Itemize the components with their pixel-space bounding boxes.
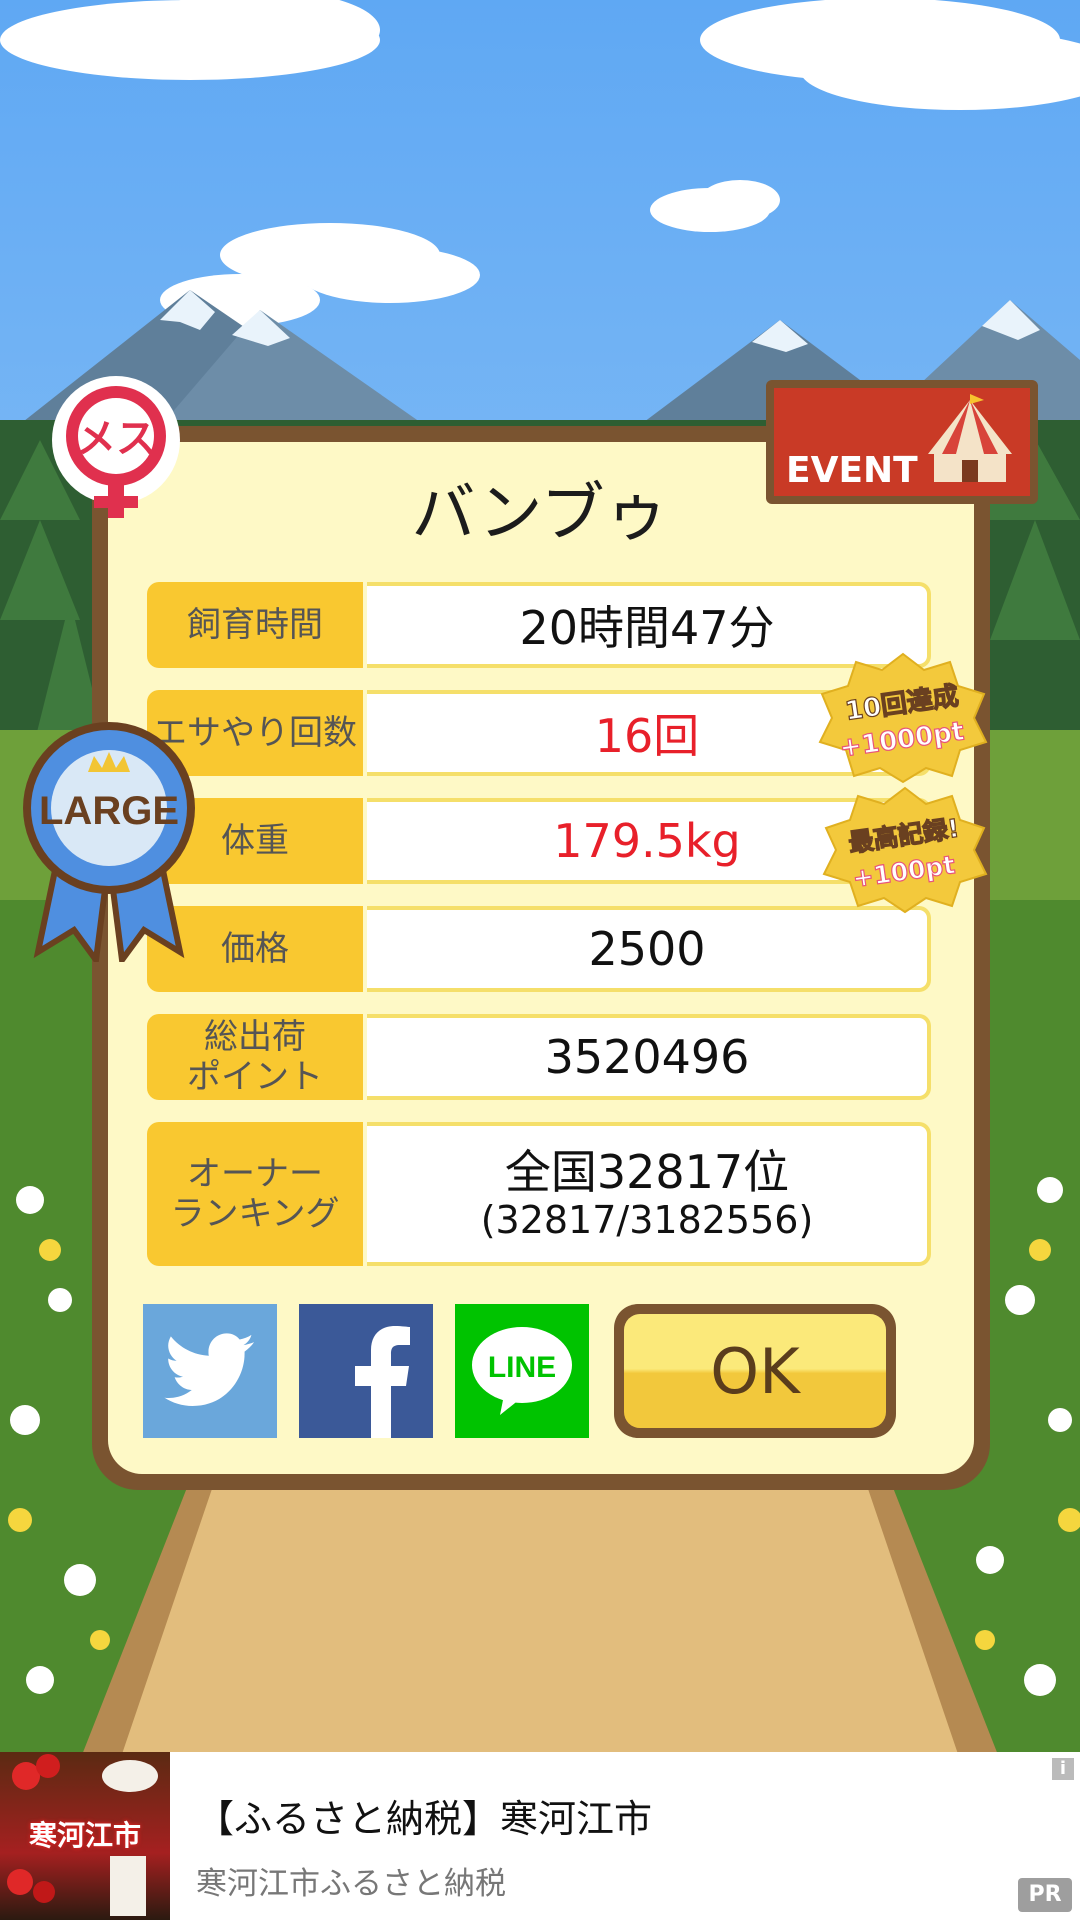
gender-label: メス xyxy=(76,416,156,462)
bonus-badge-weight: 最高記録! +100pt xyxy=(822,786,988,914)
twitter-bird-icon xyxy=(164,1333,255,1406)
line-icon: LINE xyxy=(472,1327,572,1415)
ad-thumb-text: 寒河江市 xyxy=(28,1819,141,1852)
stat-row-feed-count: エサやり回数 16回 xyxy=(147,690,931,776)
stat-row-shipping-points: 総出荷 ポイント 3520496 xyxy=(147,1014,931,1100)
stat-row-weight: 体重 179.5kg xyxy=(147,798,931,884)
event-label: EVENT xyxy=(786,450,918,491)
ad-banner[interactable]: 寒河江市 【ふるさと納税】寒河江市 寒河江市ふるさと納税 i PR xyxy=(0,1752,1080,1920)
ranking-fraction: (32817/3182556) xyxy=(480,1197,814,1242)
ok-label: OK xyxy=(624,1314,886,1428)
stat-row-raising-time: 飼育時間 20時間47分 xyxy=(147,582,931,668)
event-badge[interactable]: EVENT xyxy=(766,380,1038,504)
ad-title[interactable]: 【ふるさと納税】寒河江市 xyxy=(196,1788,652,1843)
ad-subtitle: 寒河江市ふるさと納税 xyxy=(196,1866,506,1902)
large-ribbon-icon: LARGE xyxy=(23,722,195,962)
bonus-badge-feed: 10回達成 +1000pt xyxy=(818,652,988,784)
stat-row-owner-ranking: オーナー ランキング 全国32817位 (32817/3182556) xyxy=(147,1122,931,1266)
ad-info-icon[interactable]: i xyxy=(1052,1758,1074,1780)
facebook-f-icon xyxy=(355,1326,410,1438)
stat-value: 3520496 xyxy=(367,1014,931,1100)
stat-label: 飼育時間 xyxy=(147,582,363,668)
stat-row-price: 価格 2500 xyxy=(147,906,931,992)
line-label: LINE xyxy=(488,1351,556,1384)
twitter-share-button[interactable] xyxy=(143,1304,277,1438)
stat-label: オーナー ランキング xyxy=(147,1122,363,1266)
stat-value: 2500 xyxy=(367,906,931,992)
stat-label: 総出荷 ポイント xyxy=(147,1014,363,1100)
ranking-national: 全国32817位 xyxy=(504,1144,790,1199)
female-gender-icon: メス xyxy=(52,376,180,518)
ranking-value: 全国32817位 (32817/3182556) xyxy=(367,1122,931,1266)
size-label: LARGE xyxy=(39,789,179,833)
ok-button[interactable]: OK xyxy=(614,1304,896,1438)
line-share-button[interactable]: LINE xyxy=(455,1304,589,1438)
ad-pr-badge: PR xyxy=(1018,1878,1072,1912)
ad-thumbnail[interactable]: 寒河江市 xyxy=(0,1752,170,1920)
facebook-share-button[interactable] xyxy=(299,1304,433,1438)
circus-tent-icon xyxy=(928,394,1012,482)
